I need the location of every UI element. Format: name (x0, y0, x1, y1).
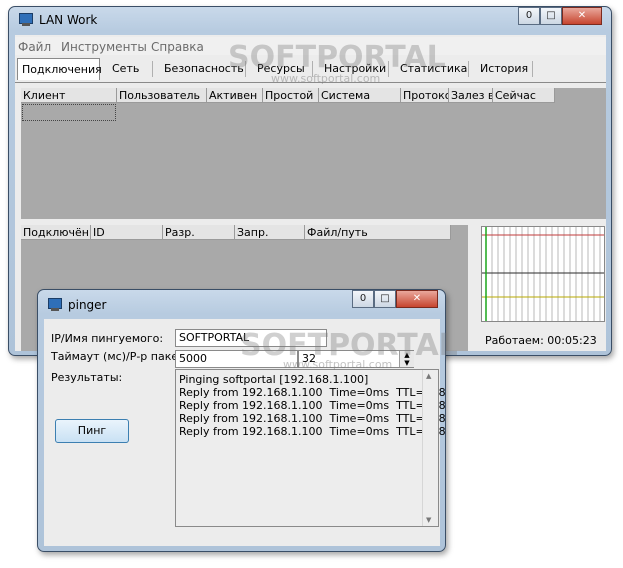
tab-history[interactable]: История (476, 58, 532, 80)
column-header-system[interactable]: Система (319, 88, 401, 103)
tab-security[interactable]: Безопасность (160, 58, 248, 80)
menu-bar: Файл Инструменты Справка (15, 37, 606, 55)
results-list: Pinging softportal [192.168.1.100] Reply… (179, 373, 446, 438)
results-label: Результаты: (51, 371, 123, 384)
lanwork-titlebar[interactable]: LAN Work 0 □ ✕ (9, 7, 611, 33)
tab-separator (388, 61, 389, 77)
pinger-window: pinger 0 □ ✕ IP/Имя пингуемого: SOFTPORT… (37, 289, 446, 552)
tab-separator (532, 61, 533, 77)
tab-separator (312, 61, 313, 77)
packet-size-input[interactable]: 32 (298, 350, 414, 368)
pinger-minimize-button[interactable]: 0 (352, 290, 374, 308)
column-header-id[interactable]: ID (91, 225, 163, 240)
pinger-titlebar[interactable]: pinger 0 □ ✕ (38, 290, 445, 316)
scroll-down-icon[interactable]: ▼ (426, 516, 431, 524)
timeout-label: Таймаут (мс)/Р-р пакета (51, 350, 192, 363)
network-app-icon (47, 298, 63, 312)
spin-down-icon[interactable]: ▼ (400, 359, 414, 367)
selected-row-focus[interactable] (22, 104, 116, 121)
column-header-protocol[interactable]: Протоко (401, 88, 449, 103)
ip-input[interactable]: SOFTPORTAL (175, 329, 327, 347)
tab-separator (245, 61, 246, 77)
traffic-graph-canvas (482, 227, 604, 321)
result-line: Reply from 192.168.1.100 Time=0ms TTL=12… (179, 412, 446, 425)
result-line: Reply from 192.168.1.100 Time=0ms TTL=12… (179, 425, 446, 438)
ping-button[interactable]: Пинг (55, 419, 129, 443)
menu-help[interactable]: Справка (151, 40, 204, 54)
tab-settings[interactable]: Настройки (320, 58, 390, 80)
pinger-close-button[interactable]: ✕ (396, 290, 438, 308)
column-header-logged-in[interactable]: Залез в (449, 88, 493, 103)
column-header-now[interactable]: Сейчас (493, 88, 555, 103)
pinger-maximize-button[interactable]: □ (374, 290, 396, 308)
column-header-request[interactable]: Запр. (235, 225, 305, 240)
result-line: Reply from 192.168.1.100 Time=0ms TTL=12… (179, 399, 446, 412)
column-header-connected[interactable]: Подключён (21, 225, 91, 240)
tab-separator (468, 61, 469, 77)
tab-statistics[interactable]: Статистика (396, 58, 471, 80)
timeout-input[interactable]: 5000 (175, 350, 298, 368)
connections-grid[interactable]: Клиент Пользователь Активен Простой Сист… (21, 88, 606, 219)
maximize-button[interactable]: □ (540, 7, 562, 25)
network-app-icon (18, 13, 34, 27)
results-box[interactable]: Pinging softportal [192.168.1.100] Reply… (175, 369, 446, 527)
column-header-active[interactable]: Активен (207, 88, 263, 103)
tab-strip: Подключения Сеть Безопасность Ресурсы На… (15, 58, 606, 83)
close-button[interactable]: ✕ (562, 7, 602, 25)
uptime-status: Работаем: 00:05:23 (485, 334, 597, 347)
column-header-file-path[interactable]: Файл/путь (305, 225, 451, 240)
menu-file[interactable]: Файл (18, 40, 51, 54)
traffic-graph (481, 226, 605, 322)
column-header-user[interactable]: Пользователь (117, 88, 207, 103)
ip-label: IP/Имя пингуемого: (51, 332, 164, 345)
tab-resources[interactable]: Ресурсы (253, 58, 309, 80)
window-title: LAN Work (39, 13, 98, 27)
minimize-button[interactable]: 0 (518, 7, 540, 25)
tab-separator (152, 61, 153, 77)
result-line: Pinging softportal [192.168.1.100] (179, 373, 369, 386)
column-header-idle[interactable]: Простой (263, 88, 319, 103)
column-header-client[interactable]: Клиент (21, 88, 117, 103)
results-scrollbar[interactable]: ▲ ▼ (422, 370, 438, 526)
column-header-permissions[interactable]: Разр. (163, 225, 235, 240)
tab-network[interactable]: Сеть (108, 58, 143, 80)
tab-connections[interactable]: Подключения (17, 58, 102, 80)
menu-tools[interactable]: Инструменты (61, 40, 147, 54)
packet-size-spinner[interactable]: ▲ ▼ (399, 351, 414, 367)
pinger-client-area: IP/Имя пингуемого: SOFTPORTAL Таймаут (м… (44, 319, 446, 546)
pinger-title: pinger (68, 298, 107, 312)
result-line: Reply from 192.168.1.100 Time=0ms TTL=12… (179, 386, 446, 399)
spin-up-icon[interactable]: ▲ (400, 351, 414, 359)
scroll-up-icon[interactable]: ▲ (426, 372, 431, 380)
